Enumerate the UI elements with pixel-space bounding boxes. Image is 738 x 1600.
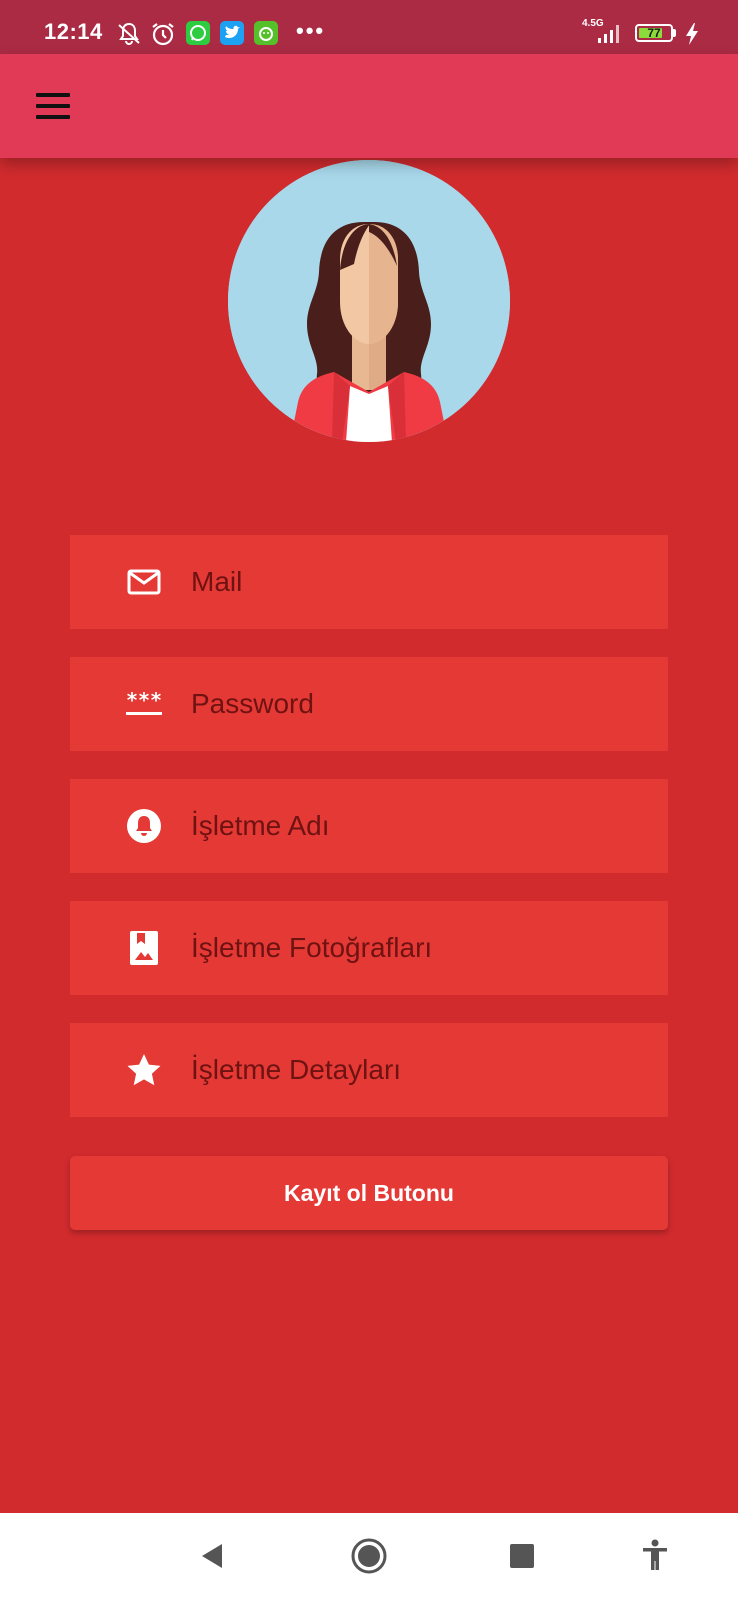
password-field-label: Password [191, 688, 314, 719]
svg-text:***: *** [126, 688, 162, 712]
register-button-label: Kayıt ol Butonu [284, 1180, 454, 1206]
business-details-field[interactable]: İşletme Detayları [70, 1023, 668, 1117]
accessibility-icon[interactable] [640, 1539, 670, 1571]
business-photos-field[interactable]: İşletme Fotoğrafları [70, 901, 668, 995]
charging-icon [686, 23, 698, 45]
password-icon: *** [126, 688, 162, 715]
mail-field-label: Mail [191, 566, 243, 597]
battery-level: 77 [647, 26, 661, 40]
twitter-icon [220, 21, 244, 45]
mail-icon [127, 569, 161, 595]
signal-icon [598, 25, 619, 43]
photo-bookmark-icon [130, 931, 158, 965]
app-icon [254, 21, 278, 45]
battery-nub [673, 29, 676, 37]
alarm-icon [152, 23, 174, 46]
woman-avatar-icon [228, 160, 510, 442]
password-field[interactable]: *** Password [70, 657, 668, 751]
mail-field[interactable]: Mail [70, 535, 668, 629]
business-name-field-label: İşletme Adı [191, 810, 330, 841]
whatsapp-icon [186, 21, 210, 45]
business-photos-field-label: İşletme Fotoğrafları [191, 932, 433, 963]
bell-off-icon [118, 22, 140, 45]
system-nav-bar [0, 1513, 738, 1600]
status-time: 12:14 [44, 19, 103, 44]
status-bar: 12:14 ••• 4.5G 77 [0, 0, 738, 54]
bell-icon [127, 809, 161, 843]
business-name-field[interactable]: İşletme Adı [70, 779, 668, 873]
more-dots-icon: ••• [296, 18, 326, 43]
recents-icon[interactable] [509, 1543, 535, 1569]
battery-icon: 77 [635, 24, 673, 42]
business-details-field-label: İşletme Detayları [191, 1054, 402, 1085]
back-icon[interactable] [198, 1541, 228, 1571]
hamburger-menu-icon[interactable] [28, 84, 76, 128]
app-bar [0, 54, 738, 158]
register-button[interactable]: Kayıt ol Butonu [70, 1156, 668, 1230]
star-icon [127, 1054, 161, 1086]
home-icon[interactable] [350, 1537, 388, 1575]
